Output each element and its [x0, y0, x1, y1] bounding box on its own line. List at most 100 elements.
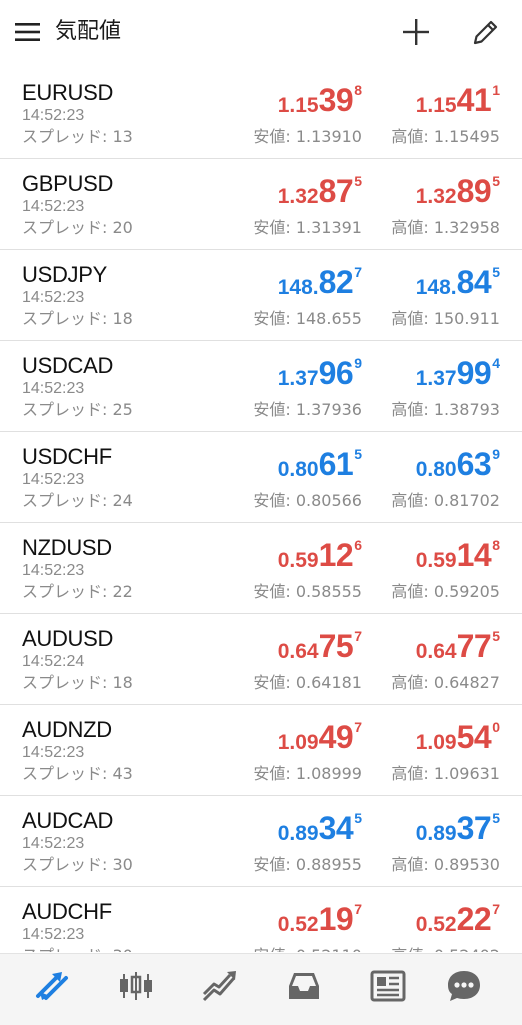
- quote-list[interactable]: EURUSD 14:52:23 スプレッド: 13 1.15 39 8 1.15 41 1 安値:…: [0, 68, 522, 952]
- quote-time: 14:52:23: [22, 744, 85, 761]
- plus-icon[interactable]: [400, 16, 432, 48]
- ask-price-prefix: 1.37: [415, 367, 457, 390]
- bid-price-pips: 87: [318, 173, 354, 209]
- bid-price[interactable]: 0.64 75 7: [278, 628, 362, 668]
- bid-price-pips: 39: [318, 82, 354, 118]
- bid-price[interactable]: 0.89 34 5: [278, 810, 362, 850]
- quote-row-audcad[interactable]: AUDCAD 14:52:23 スプレッド: 30 0.89 34 5 0.89 37 5 安値:…: [0, 796, 522, 887]
- ask-price-fraction: 5: [492, 628, 500, 644]
- bid-price-fraction: 8: [354, 82, 362, 98]
- bottom-navigation: [0, 953, 522, 1025]
- ask-price[interactable]: 1.15 41 1: [416, 82, 500, 122]
- hamburger-menu-icon[interactable]: [14, 20, 42, 44]
- low-price: 安値: 0.58555: [253, 582, 362, 601]
- ask-price-prefix: 1.09: [415, 731, 457, 754]
- spread-value: スプレッド: 30: [22, 946, 133, 952]
- bid-price-prefix: 0.64: [277, 640, 319, 663]
- symbol-name: GBPUSD: [22, 171, 114, 196]
- ask-price[interactable]: 1.32 89 5: [416, 173, 500, 213]
- high-price: 高値: 1.38793: [391, 400, 500, 419]
- ask-price-pips: 84: [456, 264, 492, 300]
- quote-row-usdchf[interactable]: USDCHF 14:52:23 スプレッド: 24 0.80 61 5 0.80 63 9 安値:…: [0, 432, 522, 523]
- quote-row-eurusd[interactable]: EURUSD 14:52:23 スプレッド: 13 1.15 39 8 1.15 41 1 安値:…: [0, 68, 522, 159]
- nav-history[interactable]: [284, 966, 324, 1006]
- ask-price-pips: 63: [456, 446, 492, 482]
- ask-price-fraction: 5: [492, 173, 500, 189]
- spread-value: スプレッド: 24: [22, 491, 133, 510]
- spread-value: スプレッド: 18: [22, 309, 133, 328]
- bid-price[interactable]: 1.37 96 9: [278, 355, 362, 395]
- ask-price[interactable]: 1.09 54 0: [416, 719, 500, 759]
- ask-price[interactable]: 0.52 22 7: [416, 901, 500, 941]
- pencil-icon[interactable]: [470, 16, 502, 48]
- symbol-name: EURUSD: [22, 80, 114, 105]
- bid-price[interactable]: 1.32 87 5: [278, 173, 362, 213]
- ask-price-fraction: 5: [492, 810, 500, 826]
- bid-price-pips: 61: [318, 446, 354, 482]
- bid-price-prefix: 0.52: [277, 913, 319, 936]
- ask-price[interactable]: 148. 84 5: [416, 264, 500, 304]
- bid-price[interactable]: 0.80 61 5: [278, 446, 362, 486]
- quote-time: 14:52:23: [22, 380, 85, 397]
- high-price: 高値: 1.09631: [391, 764, 500, 783]
- bid-price-fraction: 5: [354, 810, 362, 826]
- symbol-name: USDJPY: [22, 262, 107, 287]
- ask-price-prefix: 1.32: [415, 185, 457, 208]
- bid-price-prefix: 1.15: [277, 94, 319, 117]
- quote-time: 14:52:23: [22, 107, 85, 124]
- candlestick-chart-icon: [120, 972, 152, 1000]
- bid-price[interactable]: 148. 82 7: [278, 264, 362, 304]
- quote-time: 14:52:23: [22, 198, 85, 215]
- symbol-name: AUDUSD: [22, 626, 114, 651]
- low-price: 安値: 1.37936: [253, 400, 362, 419]
- bid-price[interactable]: 0.52 19 7: [278, 901, 362, 941]
- symbol-name: USDCHF: [22, 444, 112, 469]
- bid-price-pips: 12: [318, 537, 354, 573]
- ask-price[interactable]: 0.80 63 9: [416, 446, 500, 486]
- quote-time: 14:52:23: [22, 471, 85, 488]
- ask-price[interactable]: 0.59 14 8: [416, 537, 500, 577]
- ask-price-prefix: 1.15: [415, 94, 457, 117]
- low-price: 安値: 1.08999: [253, 764, 362, 783]
- news-icon: [370, 970, 406, 1002]
- ask-price[interactable]: 0.64 77 5: [416, 628, 500, 668]
- ask-price-pips: 14: [456, 537, 492, 573]
- low-price: 安値: 1.13910: [253, 127, 362, 146]
- quote-row-usdcad[interactable]: USDCAD 14:52:23 スプレッド: 25 1.37 96 9 1.37 99 4 安値:…: [0, 341, 522, 432]
- quote-row-usdjpy[interactable]: USDJPY 14:52:23 スプレッド: 18 148. 82 7 148. 84 5 安値:…: [0, 250, 522, 341]
- quote-row-audnzd[interactable]: AUDNZD 14:52:23 スプレッド: 43 1.09 49 7 1.09 54 0 安値:…: [0, 705, 522, 796]
- ask-price[interactable]: 0.89 37 5: [416, 810, 500, 850]
- quote-row-gbpusd[interactable]: GBPUSD 14:52:23 スプレッド: 20 1.32 87 5 1.32 89 5 安値:…: [0, 159, 522, 250]
- quote-time: 14:52:23: [22, 835, 85, 852]
- nav-trade[interactable]: [200, 966, 240, 1006]
- high-price: 高値: 0.89530: [391, 855, 500, 874]
- bid-price[interactable]: 1.09 49 7: [278, 719, 362, 759]
- ask-price-prefix: 0.80: [415, 458, 457, 481]
- ask-price-pips: 22: [456, 901, 492, 937]
- bid-price[interactable]: 0.59 12 6: [278, 537, 362, 577]
- ask-price-prefix: 0.64: [415, 640, 457, 663]
- bid-price-pips: 96: [318, 355, 354, 391]
- ask-price[interactable]: 1.37 99 4: [416, 355, 500, 395]
- quote-row-audusd[interactable]: AUDUSD 14:52:24 スプレッド: 18 0.64 75 7 0.64 77 5 安値:…: [0, 614, 522, 705]
- bid-price-pips: 49: [318, 719, 354, 755]
- low-price: 安値: 1.31391: [253, 218, 362, 237]
- quote-row-nzdusd[interactable]: NZDUSD 14:52:23 スプレッド: 22 0.59 12 6 0.59 14 8 安値:…: [0, 523, 522, 614]
- spread-value: スプレッド: 13: [22, 127, 133, 146]
- ask-price-pips: 77: [456, 628, 492, 664]
- quote-row-audchf[interactable]: AUDCHF14:52:23スプレッド: 300.521970.52227安値:…: [0, 887, 522, 952]
- nav-news[interactable]: [368, 966, 408, 1006]
- symbol-name: NZDUSD: [22, 535, 112, 560]
- symbol-name: AUDCHF: [22, 899, 112, 924]
- ask-price-fraction: 0: [492, 719, 500, 735]
- nav-quotes[interactable]: [32, 966, 72, 1006]
- bid-price[interactable]: 1.15 39 8: [278, 82, 362, 122]
- nav-chart[interactable]: [116, 966, 156, 1006]
- ask-price-prefix: 0.59: [415, 549, 457, 572]
- nav-chat[interactable]: [444, 966, 484, 1006]
- ask-price-prefix: 148.: [415, 276, 457, 299]
- high-price: 高値: 150.911: [391, 309, 500, 328]
- bid-price-pips: 75: [318, 628, 354, 664]
- ask-price-fraction: 8: [492, 537, 500, 553]
- bid-price-prefix: 1.09: [277, 731, 319, 754]
